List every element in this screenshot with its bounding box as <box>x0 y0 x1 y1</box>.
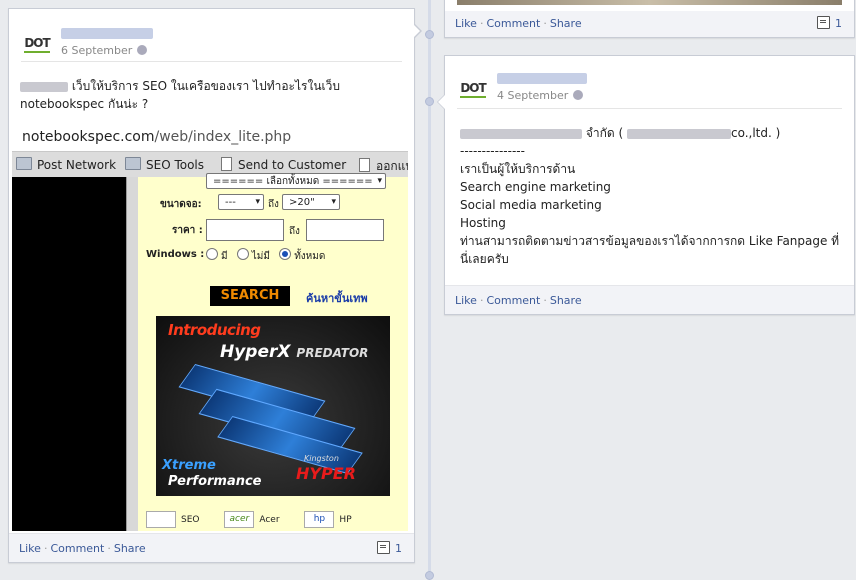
share-count-icon <box>377 541 390 554</box>
scroll-column <box>126 177 138 531</box>
ad-performance: Performance <box>168 474 262 489</box>
size-from-select: --- <box>218 194 264 210</box>
post-footer: Like · Comment · Share <box>445 285 854 314</box>
search-form: ====== เลือกทั้งหมด ====== ขนาดจอ: --- ถ… <box>138 173 408 531</box>
ad-hyper-logo: HYPER <box>296 464 356 483</box>
page-icon <box>359 158 370 172</box>
ad-xtreme: Xtreme <box>162 458 216 473</box>
post-footer: Like · Comment · Share 1 <box>445 11 854 37</box>
timeline-dot <box>425 30 434 39</box>
timeline-line <box>428 0 431 577</box>
page-avatar[interactable]: DOT <box>457 72 489 104</box>
like-link[interactable]: Like <box>19 542 41 555</box>
post-card-right: DOT 4 September จำกัด ( co.,ltd. ) -----… <box>437 55 855 315</box>
comment-link[interactable]: Comment <box>486 17 540 30</box>
bookmark-post-network: Post Network <box>16 157 116 172</box>
post-date[interactable]: 6 September <box>61 44 148 57</box>
bookmark-send-to-customer: Send to Customer <box>221 157 346 172</box>
ad-kingston: Kingston <box>304 454 339 463</box>
bookmark-seo-tools: SEO Tools <box>125 157 204 172</box>
timeline-dot <box>425 571 434 580</box>
divider <box>21 61 402 62</box>
price-from-input <box>206 219 284 241</box>
share-count[interactable]: 1 <box>817 16 842 30</box>
comment-link[interactable]: Comment <box>50 542 104 555</box>
page-name-redacted[interactable] <box>61 28 153 39</box>
browser-url-bar: notebookspec.com/web/index_lite.php <box>12 126 408 149</box>
previous-post-card: Like · Comment · Share 1 <box>444 0 855 38</box>
brand-select: ====== เลือกทั้งหมด ====== <box>206 173 386 189</box>
redacted-text <box>20 81 68 92</box>
like-link[interactable]: Like <box>455 17 477 30</box>
share-count[interactable]: 1 <box>377 541 402 555</box>
like-link[interactable]: Like <box>455 294 477 307</box>
post-date[interactable]: 4 September <box>497 89 584 102</box>
post-footer: Like · Comment · Share 1 <box>9 533 414 562</box>
globe-icon <box>573 90 584 100</box>
folder-icon <box>125 157 141 170</box>
radio-yes <box>206 248 218 260</box>
seo-brand-icon <box>146 511 176 528</box>
post-text: เว็บให้บริการ SEO ในเครือของเรา ไปทำอะไร… <box>20 79 341 111</box>
divider <box>457 108 842 109</box>
page-icon <box>221 157 232 171</box>
post-image[interactable]: notebookspec.com/web/index_lite.php Post… <box>12 126 408 531</box>
radio-all <box>279 248 292 260</box>
dot-logo: DOT <box>460 81 487 98</box>
share-count-icon <box>817 16 830 29</box>
price-label: ราคา : <box>172 225 203 236</box>
brand-list: SEO acer Acer hp HP <box>146 511 352 531</box>
folder-icon <box>16 157 32 170</box>
to-label: ถึง <box>268 199 279 210</box>
to-label: ถึง <box>289 226 300 237</box>
timeline-pointer <box>413 23 422 39</box>
share-link[interactable]: Share <box>550 294 582 307</box>
timeline-pointer <box>437 94 445 110</box>
page-name-redacted[interactable] <box>497 73 587 84</box>
previous-post-image <box>457 0 842 5</box>
advanced-search-link: ค้นหาขั้นเทพ <box>306 292 368 305</box>
post-card-left: DOT 6 September เว็บให้บริการ SEO ในเครื… <box>8 8 422 563</box>
acer-logo: acer <box>224 511 255 528</box>
radio-no <box>236 248 249 260</box>
hyperx-banner: Introducing HyperX PREDATOR Xtreme Perfo… <box>156 316 390 496</box>
hp-logo: hp <box>304 511 335 528</box>
windows-label: Windows : <box>146 249 205 260</box>
globe-icon <box>137 45 148 55</box>
ad-introducing: Introducing <box>168 321 261 339</box>
black-column <box>12 177 126 531</box>
ad-hyperx-title: HyperX PREDATOR <box>220 342 369 362</box>
share-link[interactable]: Share <box>550 17 582 30</box>
post-text: จำกัด ( co.,ltd. ) --------------- เราเป… <box>460 126 840 266</box>
windows-options: มี ไม่มี ทั้งหมด <box>206 248 325 264</box>
page-avatar[interactable]: DOT <box>21 27 53 59</box>
search-button-image: SEARCH <box>210 286 290 306</box>
dot-logo: DOT <box>24 36 51 53</box>
size-to-select: >20" <box>282 194 340 210</box>
share-link[interactable]: Share <box>114 542 146 555</box>
timeline-dot <box>425 97 434 106</box>
redacted-company-name-en <box>626 128 731 139</box>
comment-link[interactable]: Comment <box>486 294 540 307</box>
price-to-input <box>306 219 384 241</box>
redacted-company-name <box>460 128 582 139</box>
size-label: ขนาดจอ: <box>160 199 202 210</box>
